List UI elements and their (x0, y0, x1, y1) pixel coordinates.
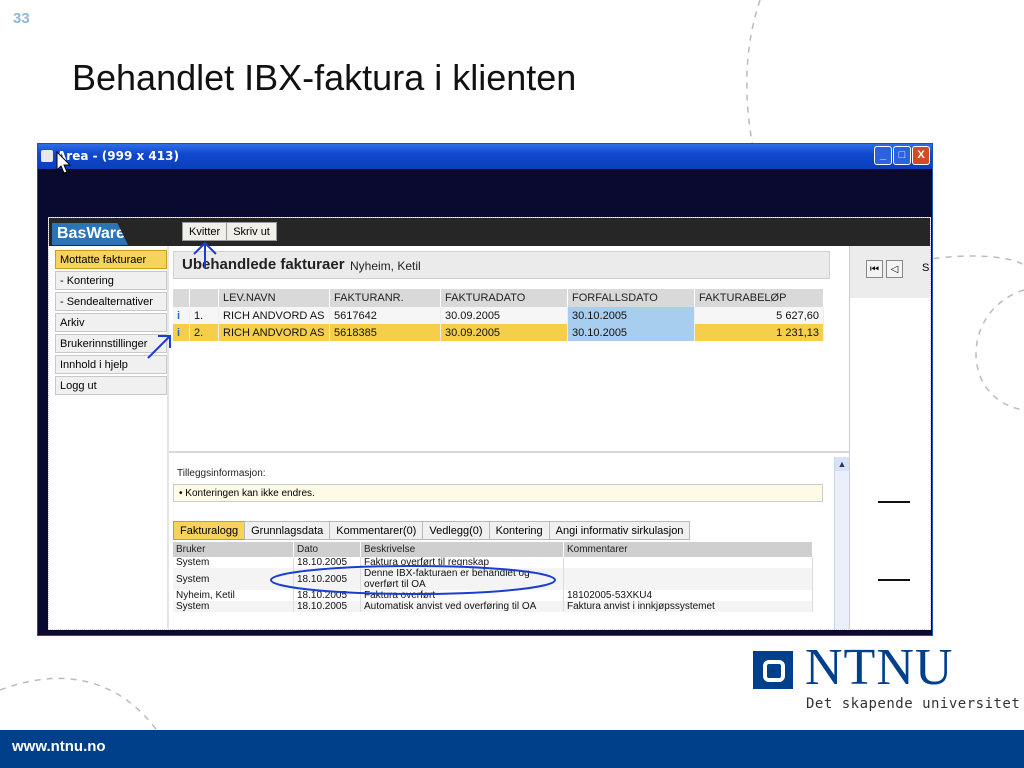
footer-url[interactable]: www.ntnu.no (12, 738, 106, 755)
ntnu-logo-icon (753, 651, 793, 689)
arrow-to-row (147, 335, 171, 359)
ntnu-logo-subtitle: Det skapende universitet (806, 696, 1021, 712)
footer-bar (0, 730, 1024, 768)
ntnu-logo-text: NTNU (805, 639, 954, 696)
mouse-cursor-icon (56, 150, 72, 174)
arrow-to-kvitter (193, 241, 217, 268)
highlight-ellipse (270, 565, 556, 595)
